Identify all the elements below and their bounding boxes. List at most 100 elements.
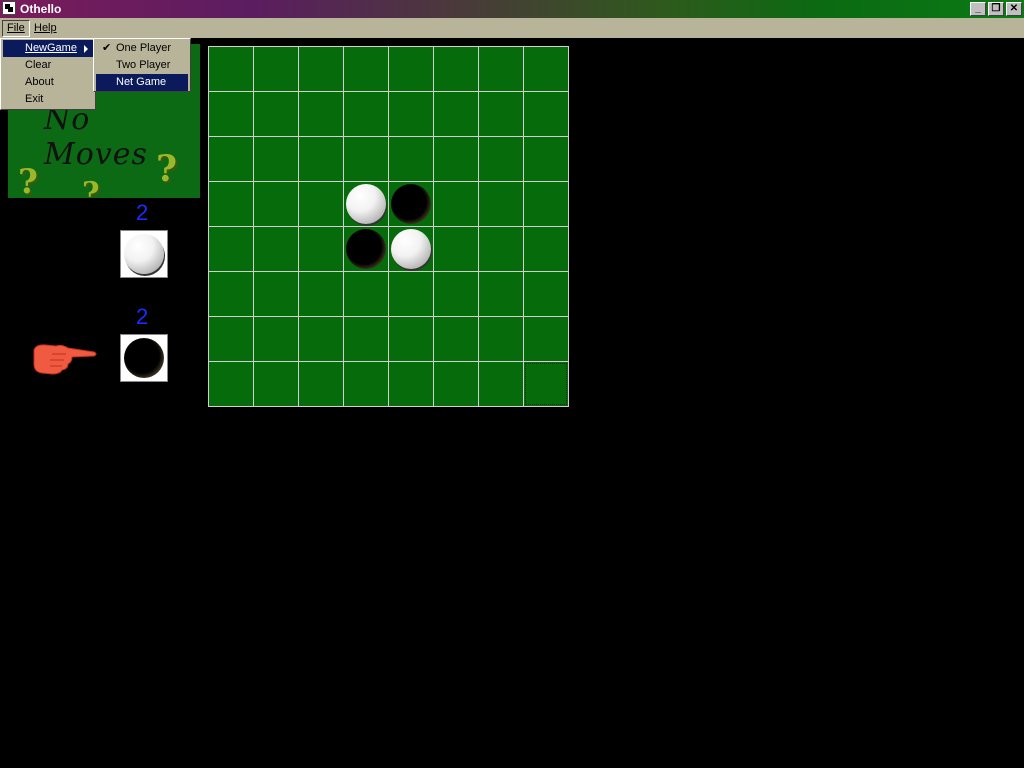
minimize-icon: _ (975, 3, 981, 14)
board-cell[interactable] (344, 317, 388, 361)
white-disc (346, 184, 386, 224)
window-controls: _ ❐ ✕ (970, 2, 1022, 16)
board-cell[interactable] (254, 92, 298, 136)
board-cell[interactable] (209, 272, 253, 316)
board-cell[interactable] (524, 47, 568, 91)
board-cell[interactable] (434, 227, 478, 271)
board-cell[interactable] (389, 227, 433, 271)
white-disc-icon (124, 234, 164, 274)
board-cell[interactable] (389, 182, 433, 226)
board-cell[interactable] (524, 182, 568, 226)
board-cell[interactable] (299, 47, 343, 91)
black-disc (346, 229, 386, 269)
board-cell[interactable] (254, 362, 298, 406)
board-cell[interactable] (524, 92, 568, 136)
question-mark-icon: ? (82, 176, 100, 198)
submenu-item-net-game[interactable]: Net Game (96, 74, 188, 91)
restore-button[interactable]: ❐ (988, 2, 1004, 16)
board-cell[interactable] (344, 137, 388, 181)
board-cell[interactable] (434, 317, 478, 361)
board-cell[interactable] (479, 47, 523, 91)
board-cell[interactable] (479, 227, 523, 271)
board-cell[interactable] (344, 272, 388, 316)
menu-item-newgame[interactable]: NewGame (3, 40, 93, 57)
menu-item-clear[interactable]: Clear (3, 57, 93, 74)
board-cell[interactable] (389, 92, 433, 136)
board-cell[interactable] (209, 92, 253, 136)
board-cell[interactable] (434, 362, 478, 406)
board-cell[interactable] (434, 47, 478, 91)
board-cell[interactable] (389, 362, 433, 406)
board-cell[interactable] (389, 47, 433, 91)
board-cell[interactable] (209, 317, 253, 361)
submenu-item-label: Two Player (116, 59, 171, 71)
submenu-arrow-icon (84, 45, 88, 53)
board-cell[interactable] (299, 182, 343, 226)
board-cell[interactable] (299, 317, 343, 361)
menu-item-about[interactable]: About (3, 74, 93, 91)
board-cell[interactable] (254, 272, 298, 316)
board-cell[interactable] (299, 272, 343, 316)
board-cell[interactable] (524, 362, 568, 406)
board-cell[interactable] (344, 362, 388, 406)
board-cell[interactable] (389, 272, 433, 316)
board-cell[interactable] (479, 182, 523, 226)
board-cell[interactable] (344, 227, 388, 271)
pointing-hand-icon (33, 344, 97, 375)
question-mark-icon: ? (18, 162, 38, 198)
board-cell[interactable] (299, 227, 343, 271)
board-cell[interactable] (344, 182, 388, 226)
board-cell[interactable] (434, 182, 478, 226)
board-cell[interactable] (479, 92, 523, 136)
white-piece-indicator (120, 230, 168, 278)
board-cell[interactable] (389, 137, 433, 181)
board-cell[interactable] (389, 317, 433, 361)
board-cell[interactable] (479, 272, 523, 316)
submenu-item-one-player[interactable]: ✔ One Player (96, 40, 188, 57)
board-cell[interactable] (524, 272, 568, 316)
board-cell[interactable] (209, 47, 253, 91)
newgame-submenu: ✔ One Player Two Player Net Game (93, 38, 191, 92)
menu-file[interactable]: File (2, 20, 30, 37)
board-cell[interactable] (209, 137, 253, 181)
file-menu-dropdown: NewGame Clear About Exit (0, 38, 96, 110)
board-cell[interactable] (209, 362, 253, 406)
question-mark-icon: ? (156, 148, 178, 190)
board-cell[interactable] (344, 47, 388, 91)
board-cell[interactable] (434, 272, 478, 316)
board-cell[interactable] (299, 137, 343, 181)
board-cell[interactable] (299, 362, 343, 406)
close-button[interactable]: ✕ (1006, 2, 1022, 16)
menu-help[interactable]: Help (30, 21, 61, 36)
board-cell[interactable] (299, 92, 343, 136)
board-cell[interactable] (479, 317, 523, 361)
board-cell[interactable] (254, 317, 298, 361)
black-disc (391, 184, 431, 224)
othello-app-icon[interactable] (2, 1, 16, 15)
board-cell[interactable] (254, 137, 298, 181)
board-cell[interactable] (434, 92, 478, 136)
menu-item-label: About (25, 76, 54, 88)
board-cell[interactable] (209, 182, 253, 226)
board-cell[interactable] (524, 227, 568, 271)
board-cell[interactable] (479, 137, 523, 181)
board-cell[interactable] (434, 137, 478, 181)
title-bar: Othello _ ❐ ✕ (0, 0, 1024, 18)
white-score: 2 (136, 200, 149, 225)
close-icon: ✕ (1009, 3, 1019, 14)
board-cell[interactable] (344, 92, 388, 136)
board-cell[interactable] (254, 227, 298, 271)
menu-item-label: Exit (25, 93, 44, 105)
white-disc (391, 229, 431, 269)
board-cell[interactable] (209, 227, 253, 271)
board-cell[interactable] (254, 47, 298, 91)
submenu-item-two-player[interactable]: Two Player (96, 57, 188, 74)
menu-file-label: File (7, 22, 25, 34)
board-cell[interactable] (524, 137, 568, 181)
menu-item-label: Clear (25, 59, 52, 71)
minimize-button[interactable]: _ (970, 2, 986, 16)
menu-item-exit[interactable]: Exit (3, 91, 93, 108)
board-cell[interactable] (254, 182, 298, 226)
board-cell[interactable] (524, 317, 568, 361)
board-cell[interactable] (479, 362, 523, 406)
